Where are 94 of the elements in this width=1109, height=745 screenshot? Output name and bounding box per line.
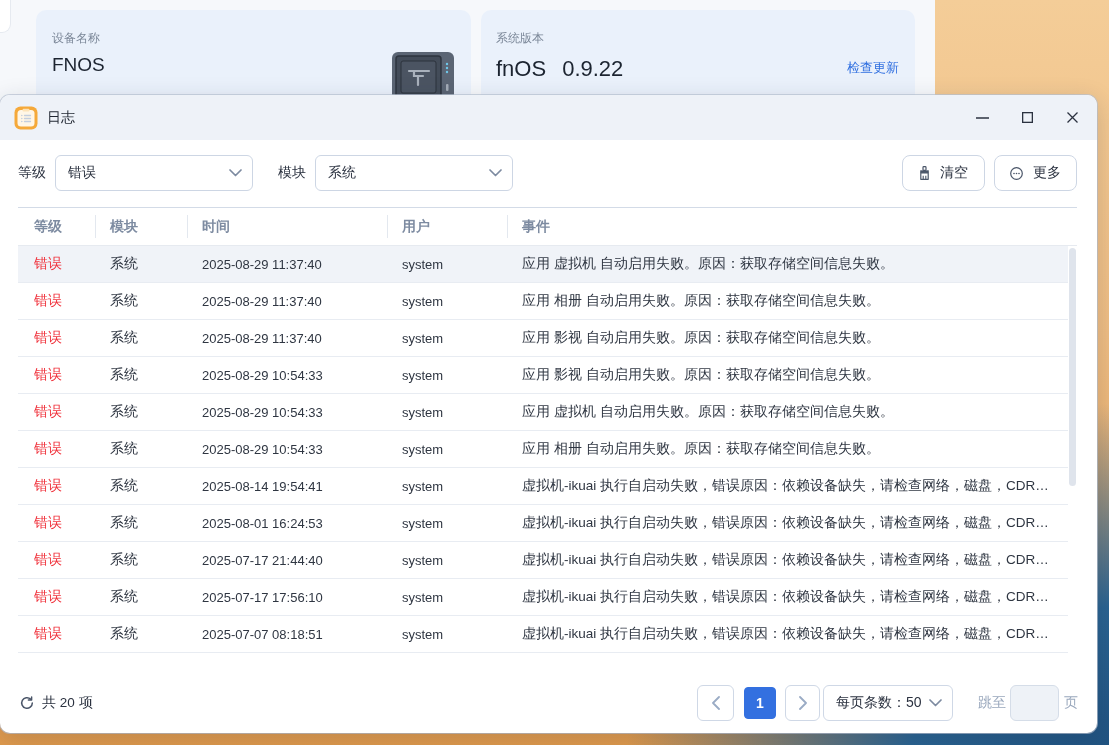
filter-label: 模块 <box>278 164 306 182</box>
log-level: 错误 <box>34 588 62 604</box>
log-time: 2025-07-17 17:56:10 <box>202 589 323 605</box>
more-icon <box>1010 166 1023 180</box>
card-label: 系统版本 <box>496 30 544 47</box>
page-button[interactable]: 1 <box>744 687 776 719</box>
os-name: fnOS <box>496 55 547 83</box>
log-event: 应用 相册 自动启用失败。原因：获取存储空间信息失败。 <box>522 293 880 308</box>
log-time: 2025-07-17 21:44:40 <box>202 552 323 568</box>
chevron-down-icon <box>489 169 502 177</box>
log-user: system <box>402 330 444 346</box>
log-level: 错误 <box>34 403 62 419</box>
next-page-button[interactable] <box>785 685 820 721</box>
log-module: 系统 <box>110 403 138 419</box>
filter-select[interactable]: 错误 <box>55 155 253 191</box>
log-event: 应用 虚拟机 自动启用失败。原因：获取存储空间信息失败。 <box>522 256 894 271</box>
log-user: system <box>402 626 444 642</box>
clear-button[interactable]: 清空 <box>902 155 985 191</box>
log-user: system <box>402 552 444 568</box>
column-header: 等级 <box>34 217 62 234</box>
log-event: 应用 影视 自动启用失败。原因：获取存储空间信息失败。 <box>522 330 880 345</box>
log-level: 错误 <box>34 292 62 308</box>
device-name: FNOS <box>52 55 105 75</box>
previous-page-button[interactable] <box>697 685 734 721</box>
log-user: system <box>402 515 444 531</box>
log-time: 2025-08-01 16:24:53 <box>202 515 323 531</box>
brush-icon <box>919 166 930 180</box>
page-size-select[interactable]: 每页条数：50 <box>823 685 953 721</box>
log-module: 系统 <box>110 366 138 382</box>
close-icon <box>1067 112 1078 123</box>
log-level: 错误 <box>34 440 62 456</box>
column-header: 用户 <box>402 217 430 236</box>
jump-label: 跳至 <box>978 694 1006 712</box>
log-module: 系统 <box>110 551 138 567</box>
column-header: 时间 <box>202 217 230 236</box>
log-event: 应用 影视 自动启用失败。原因：获取存储空间信息失败。 <box>522 367 880 382</box>
column-header: 模块 <box>110 217 138 236</box>
log-event: 虚拟机-ikuai 执行自启动失败，错误原因：依赖设备缺失，请检查网络，磁盘，CDR… <box>522 515 1049 530</box>
column-header: 事件 <box>522 217 550 236</box>
chevron-left-icon <box>711 696 720 710</box>
jump-to-page-field[interactable] <box>1010 685 1059 721</box>
log-event: 虚拟机-ikuai 执行自启动失败，错误原因：依赖设备缺失，请检查网络，磁盘，CDR… <box>522 552 1049 567</box>
log-level: 错误 <box>34 255 62 271</box>
log-user: system <box>402 367 444 383</box>
log-user: system <box>402 441 444 457</box>
log-user: system <box>402 293 444 309</box>
log-time: 2025-08-29 10:54:33 <box>202 367 323 383</box>
log-module: 系统 <box>110 477 138 493</box>
log-user: system <box>402 478 444 494</box>
version-number: 0.9.22 <box>562 55 624 83</box>
log-time: 2025-08-29 10:54:33 <box>202 404 323 420</box>
filter-select[interactable]: 系统 <box>315 155 513 191</box>
log-level: 错误 <box>34 329 62 345</box>
chevron-down-icon <box>929 699 942 707</box>
log-event: 虚拟机-ikuai 执行自启动失败，错误原因：依赖设备缺失，请检查网络，磁盘，CDR… <box>522 589 1049 604</box>
log-user: system <box>402 256 444 272</box>
log-module: 系统 <box>110 329 138 345</box>
log-module: 系统 <box>110 514 138 530</box>
minimize-icon <box>976 116 989 119</box>
log-event: 应用 虚拟机 自动启用失败。原因：获取存储空间信息失败。 <box>522 404 894 419</box>
log-time: 2025-08-14 19:54:41 <box>202 478 323 494</box>
log-time: 2025-08-29 11:37:40 <box>202 330 322 346</box>
log-time: 2025-07-07 08:18:51 <box>202 626 323 642</box>
log-time: 2025-08-29 10:54:33 <box>202 441 323 457</box>
filter-label: 等级 <box>18 164 46 182</box>
clipboard-list-icon <box>14 105 38 130</box>
card-label: 设备名称 <box>52 30 100 47</box>
log-time: 2025-08-29 11:37:40 <box>202 293 322 309</box>
total-count: 共 20 项 <box>42 694 93 712</box>
scrollbar-thumb[interactable] <box>1069 248 1076 486</box>
log-event: 虚拟机-ikuai 执行自启动失败，错误原因：依赖设备缺失，请检查网络，磁盘，CDR… <box>522 626 1049 641</box>
log-module: 系统 <box>110 440 138 456</box>
log-module: 系统 <box>110 255 138 271</box>
log-level: 错误 <box>34 625 62 641</box>
log-event: 虚拟机-ikuai 执行自启动失败，错误原因：依赖设备缺失，请检查网络，磁盘，CDR… <box>522 478 1049 493</box>
log-user: system <box>402 404 444 420</box>
log-module: 系统 <box>110 292 138 308</box>
chevron-right-icon <box>798 696 807 710</box>
check-update-link[interactable]: 检查更新 <box>847 59 899 77</box>
log-module: 系统 <box>110 625 138 641</box>
log-user: system <box>402 589 444 605</box>
log-level: 错误 <box>34 551 62 567</box>
maximize-icon <box>1022 112 1033 123</box>
log-module: 系统 <box>110 588 138 604</box>
refresh-icon[interactable] <box>20 696 34 710</box>
log-level: 错误 <box>34 514 62 530</box>
chevron-down-icon <box>229 169 242 177</box>
log-time: 2025-08-29 11:37:40 <box>202 256 322 272</box>
window-title: 日志 <box>47 108 75 127</box>
log-event: 应用 相册 自动启用失败。原因：获取存储空间信息失败。 <box>522 441 880 456</box>
log-level: 错误 <box>34 477 62 493</box>
more-button[interactable]: 更多 <box>994 155 1077 191</box>
log-level: 错误 <box>34 366 62 382</box>
page-suffix: 页 <box>1064 694 1078 712</box>
